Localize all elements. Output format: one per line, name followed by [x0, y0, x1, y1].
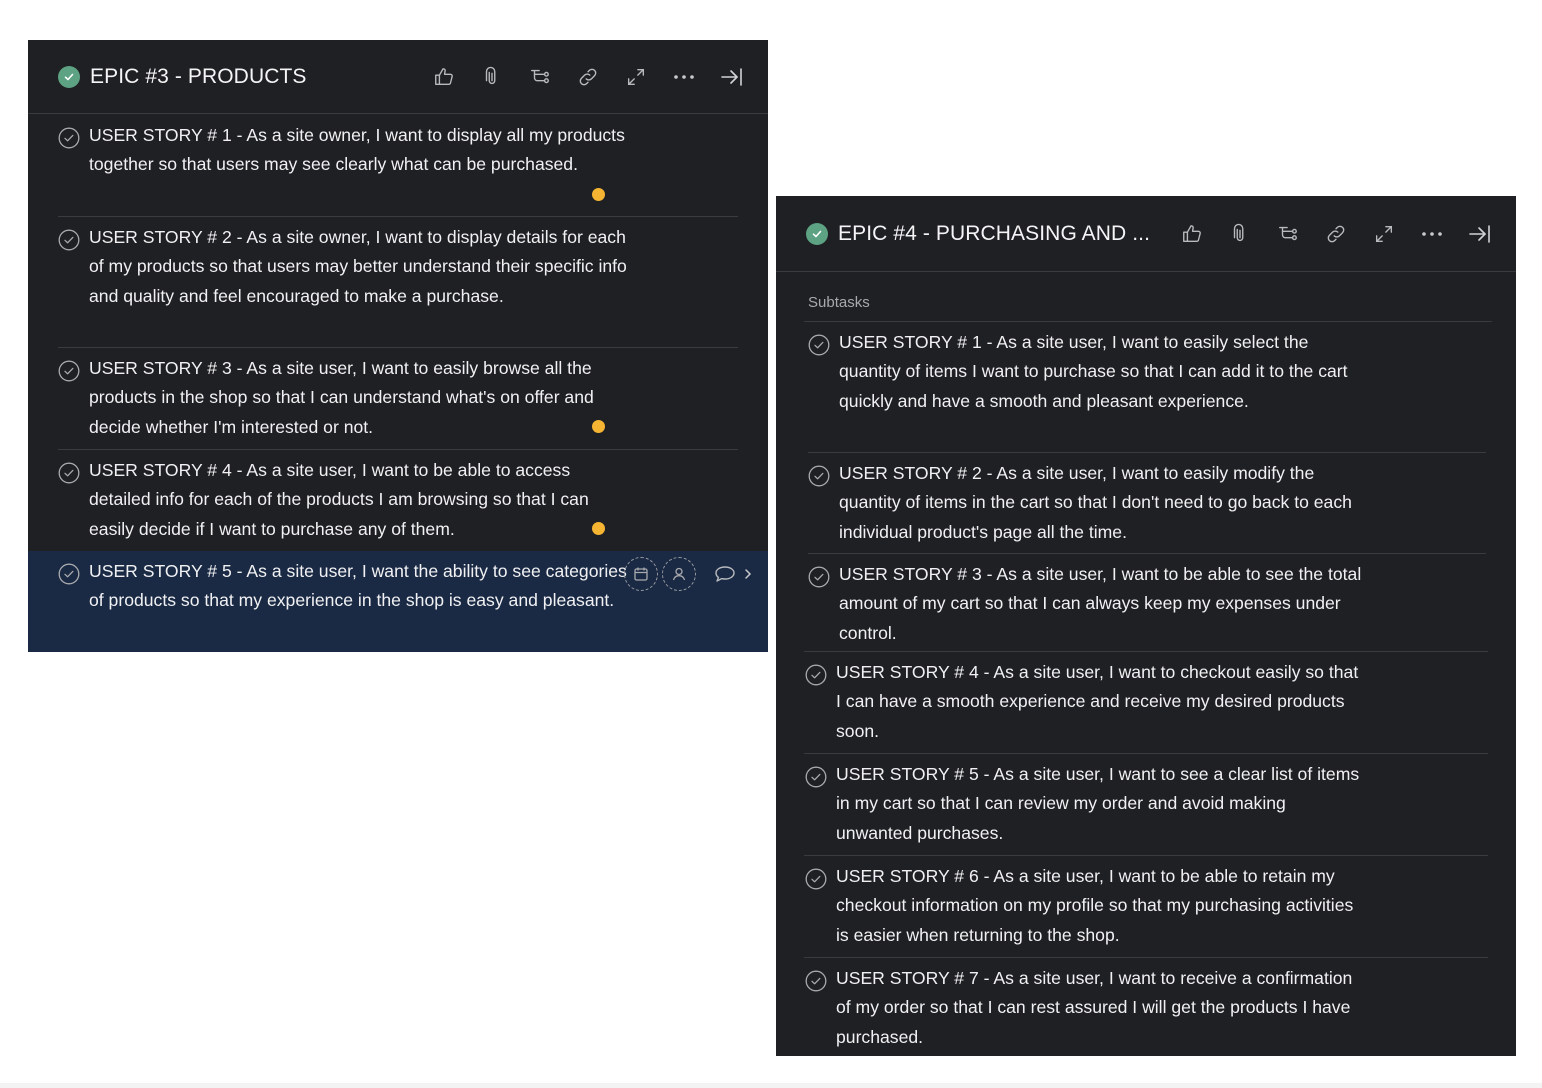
subtask-title: USER STORY # 3 - As a site user, I want …: [89, 358, 594, 437]
check-circle-icon[interactable]: [58, 360, 80, 382]
subtask-row-selected[interactable]: USER STORY # 5 - As a site user, I want …: [28, 551, 768, 652]
due-date-dot: [592, 188, 605, 201]
epic-3-panel: EPIC #3 - PRODUCTS USER STORY # 1 - As a…: [28, 40, 768, 652]
link-icon[interactable]: [564, 57, 612, 97]
subtask-row[interactable]: USER STORY # 1 - As a site user, I want …: [776, 322, 1516, 453]
panel-header: EPIC #4 - PURCHASING AND ...: [776, 196, 1516, 272]
subtask-row[interactable]: USER STORY # 4 - As a site user, I want …: [28, 450, 768, 551]
comment-icon[interactable]: [706, 557, 744, 591]
check-circle-icon[interactable]: [58, 563, 80, 585]
epic-title: EPIC #4 - PURCHASING AND ...: [838, 221, 1151, 245]
subtask-row[interactable]: USER STORY # 3 - As a site user, I want …: [776, 554, 1516, 652]
subtask-icon[interactable]: [516, 57, 564, 97]
subtask-title: USER STORY # 1 - As a site user, I want …: [839, 332, 1348, 411]
epic-4-panel: EPIC #4 - PURCHASING AND ... Subtasks US…: [776, 196, 1516, 1056]
subtasks-section-label: Subtasks: [808, 294, 870, 311]
completed-status-icon[interactable]: [58, 65, 80, 88]
epic-title: EPIC #3 - PRODUCTS: [90, 64, 307, 88]
check-circle-icon[interactable]: [805, 970, 827, 992]
subtask-title: USER STORY # 4 - As a site user, I want …: [89, 460, 589, 539]
link-icon[interactable]: [1312, 214, 1360, 254]
subtask-title: USER STORY # 1 - As a site owner, I want…: [89, 125, 625, 175]
check-circle-icon[interactable]: [805, 868, 827, 890]
expand-icon[interactable]: [1360, 214, 1408, 254]
subtask-row[interactable]: USER STORY # 3 - As a site user, I want …: [28, 348, 768, 450]
check-circle-icon[interactable]: [808, 566, 830, 588]
paperclip-icon[interactable]: [468, 57, 516, 97]
row-actions: [624, 557, 754, 591]
assignee-icon[interactable]: [662, 557, 696, 591]
expand-icon[interactable]: [612, 57, 660, 97]
more-icon[interactable]: [660, 57, 708, 97]
subtask-title: USER STORY # 6 - As a site user, I want …: [836, 866, 1354, 945]
panel-header: EPIC #3 - PRODUCTS: [28, 40, 768, 114]
check-circle-icon[interactable]: [805, 766, 827, 788]
subtask-row[interactable]: USER STORY # 6 - As a site user, I want …: [776, 856, 1516, 958]
thumbs-up-icon[interactable]: [420, 57, 468, 97]
check-circle-icon[interactable]: [805, 664, 827, 686]
subtask-title: USER STORY # 2 - As a site user, I want …: [839, 463, 1352, 542]
subtask-icon[interactable]: [1264, 214, 1312, 254]
header-actions: [1168, 196, 1504, 271]
subtask-row[interactable]: USER STORY # 1 - As a site owner, I want…: [28, 115, 768, 217]
paperclip-icon[interactable]: [1216, 214, 1264, 254]
completed-status-icon[interactable]: [806, 222, 828, 245]
subtask-row[interactable]: USER STORY # 4 - As a site user, I want …: [776, 652, 1516, 754]
due-date-dot: [592, 420, 605, 433]
subtask-title: USER STORY # 2 - As a site owner, I want…: [89, 227, 627, 306]
subtask-title: USER STORY # 7 - As a site user, I want …: [836, 968, 1353, 1047]
check-circle-icon[interactable]: [58, 127, 80, 149]
subtask-list: USER STORY # 1 - As a site owner, I want…: [28, 115, 768, 652]
subtask-list: USER STORY # 1 - As a site user, I want …: [776, 322, 1516, 1056]
calendar-icon[interactable]: [624, 557, 658, 591]
check-circle-icon[interactable]: [58, 462, 80, 484]
check-circle-icon[interactable]: [58, 229, 80, 251]
thumbs-up-icon[interactable]: [1168, 214, 1216, 254]
more-icon[interactable]: [1408, 214, 1456, 254]
chevron-right-icon[interactable]: [744, 557, 754, 591]
subtask-title: USER STORY # 4 - As a site user, I want …: [836, 662, 1359, 741]
close-panel-icon[interactable]: [708, 57, 756, 97]
subtask-row[interactable]: USER STORY # 2 - As a site owner, I want…: [28, 217, 768, 348]
check-circle-icon[interactable]: [808, 465, 830, 487]
check-circle-icon[interactable]: [808, 334, 830, 356]
close-panel-icon[interactable]: [1456, 214, 1504, 254]
subtask-row[interactable]: USER STORY # 5 - As a site user, I want …: [776, 754, 1516, 856]
subtask-title: USER STORY # 3 - As a site user, I want …: [839, 564, 1362, 643]
page-bottom-strip: [0, 1083, 1542, 1088]
header-actions: [420, 40, 756, 113]
subtask-title: USER STORY # 5 - As a site user, I want …: [836, 764, 1360, 843]
subtask-row[interactable]: USER STORY # 2 - As a site user, I want …: [776, 453, 1516, 554]
subtask-title: USER STORY # 5 - As a site user, I want …: [89, 561, 627, 611]
due-date-dot: [592, 522, 605, 535]
subtask-row[interactable]: USER STORY # 7 - As a site user, I want …: [776, 958, 1516, 1056]
